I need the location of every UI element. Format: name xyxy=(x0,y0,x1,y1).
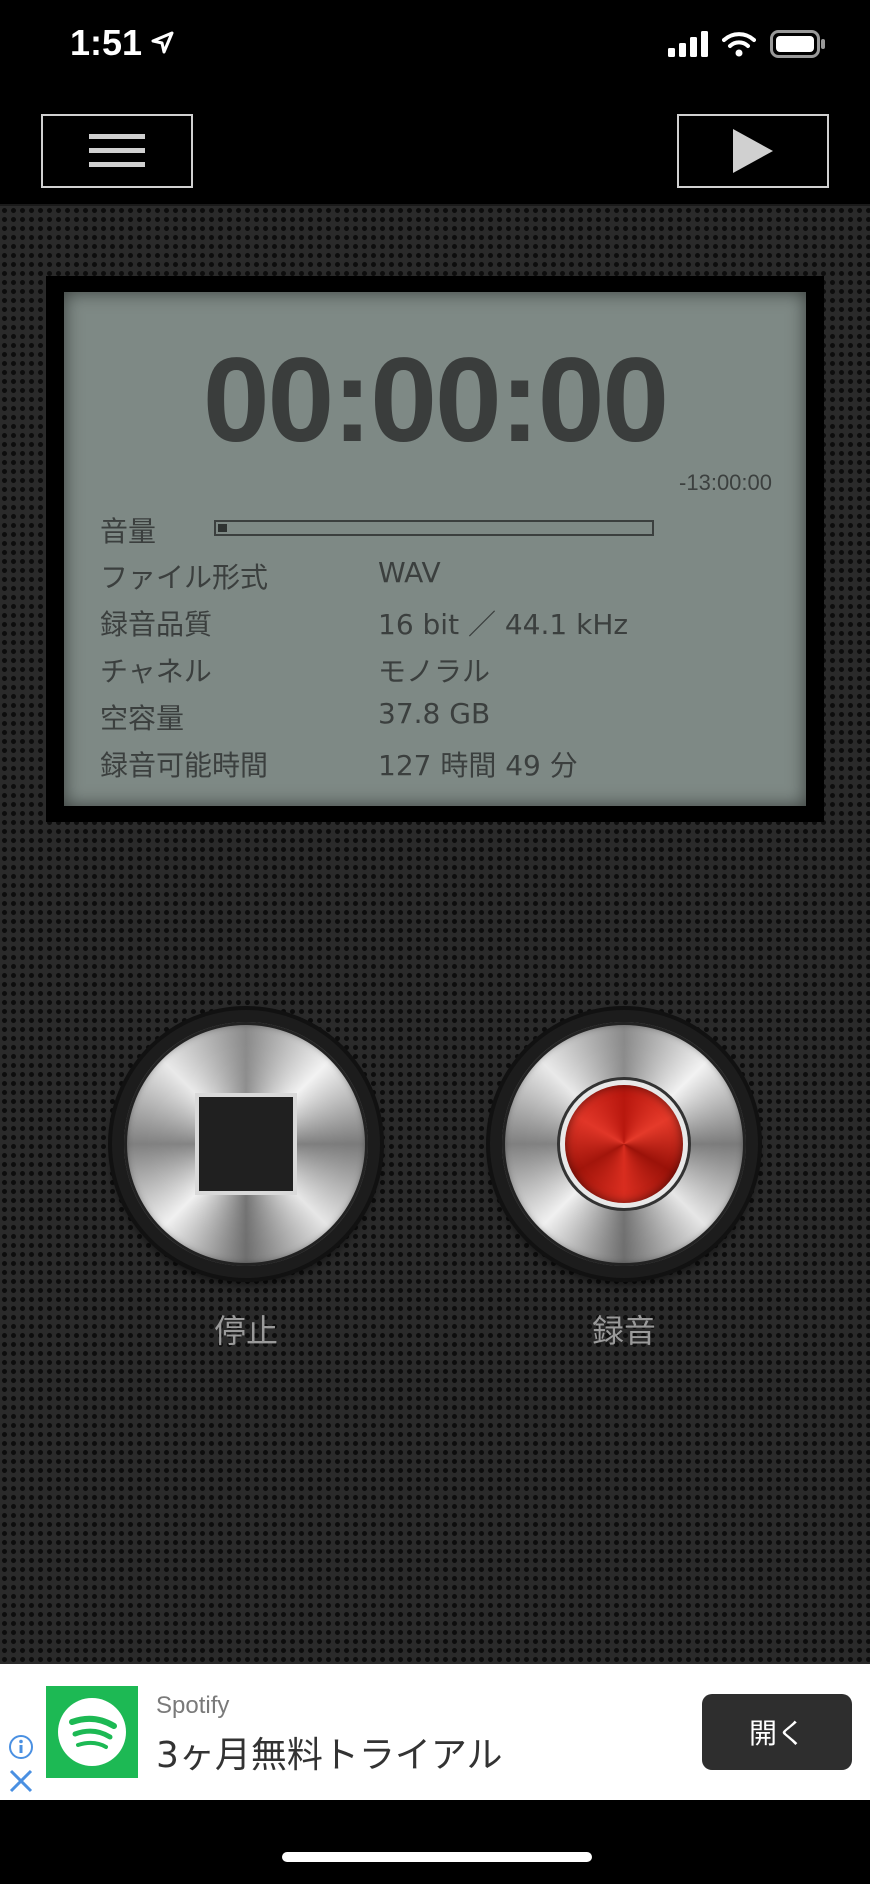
battery-icon xyxy=(770,30,825,58)
ad-title[interactable]: 3ヶ月無料トライアル xyxy=(156,1726,503,1778)
record-button[interactable] xyxy=(490,1010,758,1278)
stop-button[interactable] xyxy=(112,1010,380,1278)
menu-button[interactable] xyxy=(41,114,193,188)
status-time-group: 1:51 xyxy=(70,22,176,64)
record-label: 録音 xyxy=(591,1312,656,1350)
free-space-label: 空容量 xyxy=(100,702,185,735)
status-icons xyxy=(668,30,826,58)
cellular-signal-icon xyxy=(668,31,708,57)
location-arrow-icon xyxy=(151,31,174,54)
time-counter: 00:00:00 xyxy=(202,333,669,467)
volume-label: 音量 xyxy=(100,515,157,548)
wifi-icon xyxy=(722,32,756,57)
free-space-value: 37.8 GB xyxy=(378,697,491,730)
remaining-time: -13:00:00 xyxy=(679,470,772,495)
file-format-label: ファイル形式 xyxy=(100,561,269,594)
record-icon-core xyxy=(565,1085,683,1203)
ad-info-icon[interactable] xyxy=(8,1734,34,1760)
toolbar xyxy=(0,96,870,206)
volume-meter xyxy=(214,520,654,536)
hamburger-icon xyxy=(89,134,145,167)
ad-open-button[interactable]: 開く xyxy=(702,1694,852,1770)
record-time-value: 127 時間 49 分 xyxy=(378,749,578,782)
status-time: 1:51 xyxy=(70,22,143,63)
record-time-label: 録音可能時間 xyxy=(100,749,269,782)
lcd-frame: 00:00:00 -13:00:00 音量 ファイル形式 WAV 録音品質 16… xyxy=(46,276,824,822)
recorder-panel: 00:00:00 -13:00:00 音量 ファイル形式 WAV 録音品質 16… xyxy=(0,206,870,1664)
spotify-icon xyxy=(58,1698,126,1766)
play-button[interactable] xyxy=(677,114,829,188)
ad-close-icon[interactable] xyxy=(8,1768,34,1794)
lcd-display: 00:00:00 -13:00:00 音量 ファイル形式 WAV 録音品質 16… xyxy=(64,292,806,806)
ad-brand[interactable]: Spotify xyxy=(156,1692,229,1720)
spotify-logo-icon[interactable] xyxy=(46,1686,138,1778)
stop-button-face xyxy=(124,1022,368,1266)
play-icon xyxy=(733,129,773,173)
channel-value: モノラル xyxy=(378,655,491,688)
volume-meter-fill xyxy=(218,524,227,532)
status-bar: 1:51 xyxy=(0,0,870,96)
ad-banner[interactable]: Spotify 3ヶ月無料トライアル 開く xyxy=(0,1664,870,1800)
quality-label: 録音品質 xyxy=(100,608,213,641)
stop-label: 停止 xyxy=(213,1312,278,1350)
file-format-value: WAV xyxy=(378,556,441,589)
quality-value: 16 bit ／ 44.1 kHz xyxy=(378,608,629,641)
channel-label: チャネル xyxy=(100,655,212,688)
record-icon xyxy=(560,1080,688,1208)
home-indicator[interactable] xyxy=(282,1852,592,1862)
stop-icon xyxy=(195,1093,297,1195)
record-button-face xyxy=(502,1022,746,1266)
